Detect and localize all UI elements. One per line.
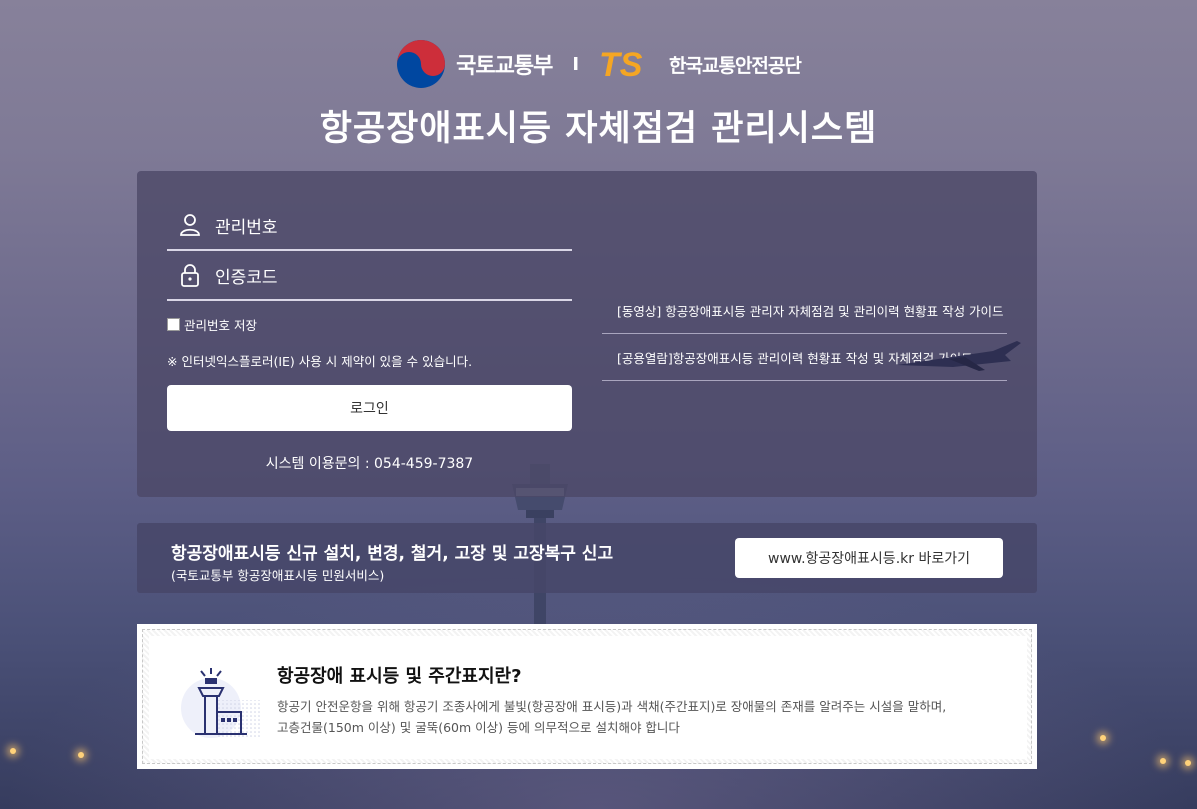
airplane-image bbox=[897, 341, 1021, 371]
auth-code-field[interactable]: 인증코드 bbox=[167, 251, 572, 301]
info-box: 항공장애 표시등 및 주간표지란? 항공기 안전운항을 위해 항공기 조종사에게… bbox=[137, 624, 1037, 769]
ministry-logo: 국토교통부 bbox=[396, 39, 553, 89]
info-title: 항공장애 표시등 및 주간표지란? bbox=[277, 666, 522, 687]
login-panel: 관리번호 인증코드 관리번호 저장 ※ 인터넷익스플로러(IE) 사용 시 제약… bbox=[137, 171, 1037, 497]
runway-light bbox=[78, 752, 84, 758]
ts-logo: TS 한국교통안전공단 bbox=[599, 48, 802, 80]
ts-mark-icon: TS bbox=[599, 48, 643, 80]
report-title: 항공장애표시등 신규 설치, 변경, 철거, 고장 및 고장복구 신고 bbox=[171, 544, 614, 564]
contact-info: 시스템 이용문의 : 054-459-7387 bbox=[265, 456, 474, 472]
guide-link-label: [동영상] 항공장애표시등 관리자 자체점검 및 관리이력 현황표 작성 가이드 bbox=[617, 303, 1004, 319]
runway-light bbox=[1185, 760, 1191, 766]
ts-mark-text: TS bbox=[599, 48, 643, 80]
management-number-placeholder: 관리번호 bbox=[215, 217, 278, 238]
runway-light bbox=[1160, 758, 1166, 764]
header: 국토교통부 I TS 한국교통안전공단 항공장애표시등 자체점검 관리시스템 bbox=[0, 36, 1197, 151]
info-line: 고층건물(150m 이상) 및 굴뚝(60m 이상) 등에 의무적으로 설치해야… bbox=[277, 720, 680, 735]
report-subtitle: (국토교통부 항공장애표시등 민원서비스) bbox=[171, 568, 385, 583]
info-content: 항공장애 표시등 및 주간표지란? 항공기 안전운항을 위해 항공기 조종사에게… bbox=[149, 636, 1027, 759]
logo-separator: I bbox=[572, 53, 580, 75]
lock-icon bbox=[181, 264, 199, 287]
remember-checkbox[interactable]: 관리번호 저장 bbox=[167, 315, 257, 334]
login-button[interactable]: 로그인 bbox=[167, 385, 572, 431]
ministry-name: 국토교통부 bbox=[456, 54, 553, 79]
user-icon bbox=[180, 214, 200, 236]
runway-light bbox=[10, 748, 16, 754]
management-number-field[interactable]: 관리번호 bbox=[167, 201, 572, 251]
ie-notice: ※ 인터넷익스플로러(IE) 사용 시 제약이 있을 수 있습니다. bbox=[167, 354, 473, 369]
info-border: 항공장애 표시등 및 주간표지란? 항공기 안전운항을 위해 항공기 조종사에게… bbox=[142, 629, 1032, 764]
checkbox-box[interactable] bbox=[167, 318, 180, 331]
runway-light bbox=[1100, 735, 1106, 741]
remember-label: 관리번호 저장 bbox=[184, 318, 257, 333]
guide-link-video[interactable]: [동영상] 항공장애표시등 관리자 자체점검 및 관리이력 현황표 작성 가이드 bbox=[602, 287, 1007, 334]
info-line: 항공기 안전운항을 위해 항공기 조종사에게 불빛(항공장애 표시등)과 색채(… bbox=[277, 699, 947, 714]
obstruction-light-icon bbox=[181, 668, 261, 738]
taeguk-emblem-icon bbox=[397, 40, 446, 88]
logo-row: 국토교통부 I TS 한국교통안전공단 bbox=[0, 36, 1197, 92]
agency-name: 한국교통안전공단 bbox=[669, 54, 802, 77]
info-description: 항공기 안전운항을 위해 항공기 조종사에게 불빛(항공장애 표시등)과 색채(… bbox=[277, 696, 1017, 738]
auth-code-placeholder: 인증코드 bbox=[215, 267, 278, 288]
report-banner: 항공장애표시등 신규 설치, 변경, 철거, 고장 및 고장복구 신고 (국토교… bbox=[137, 523, 1037, 593]
page-title: 항공장애표시등 자체점검 관리시스템 bbox=[319, 109, 878, 149]
report-site-button[interactable]: www.항공장애표시등.kr 바로가기 bbox=[735, 538, 1003, 578]
